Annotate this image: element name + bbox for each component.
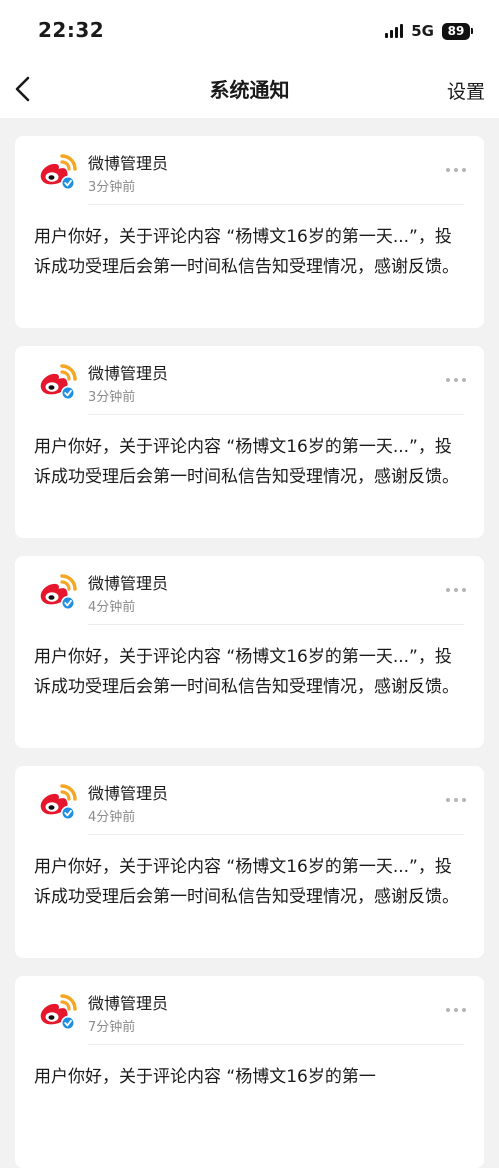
divider [88,1044,464,1045]
battery-icon: 89 [442,22,473,40]
notification-time: 4分钟前 [88,810,136,825]
notification-card[interactable]: 微博管理员 4分钟前 用户你好，关于评论内容 “杨博文16岁的第一天...”，投… [15,556,484,748]
weibo-logo-icon [40,574,77,611]
status-indicators: 5G 89 [385,22,473,40]
more-icon[interactable] [446,798,466,802]
notification-time: 3分钟前 [88,390,136,405]
more-icon[interactable] [446,168,466,172]
notification-card[interactable]: 微博管理员 3分钟前 用户你好，关于评论内容 “杨博文16岁的第一天...”，投… [15,346,484,538]
nav-bar: 系统通知 设置 [0,62,499,118]
weibo-logo-icon [40,154,77,191]
notification-time: 3分钟前 [88,180,136,195]
sender-name: 微博管理员 [88,784,169,803]
sender-name: 微博管理员 [88,574,169,593]
notification-body: 用户你好，关于评论内容 “杨博文16岁的第一 [34,1067,376,1087]
divider [88,834,464,835]
page-title: 系统通知 [209,78,290,102]
divider [88,624,464,625]
more-icon[interactable] [446,588,466,592]
battery-level: 89 [442,22,470,40]
notification-body: 用户你好，关于评论内容 “杨博文16岁的第一天...”，投诉成功受理后会第一时间… [34,437,459,487]
notification-list: 微博管理员 3分钟前 用户你好，关于评论内容 “杨博文16岁的第一天...”，投… [15,136,484,1168]
sender-name: 微博管理员 [88,994,169,1013]
divider [88,204,464,205]
notification-time: 4分钟前 [88,600,136,615]
notification-body: 用户你好，关于评论内容 “杨博文16岁的第一天...”，投诉成功受理后会第一时间… [34,857,459,907]
notification-card[interactable]: 微博管理员 3分钟前 用户你好，关于评论内容 “杨博文16岁的第一天...”，投… [15,136,484,328]
notification-body: 用户你好，关于评论内容 “杨博文16岁的第一天...”，投诉成功受理后会第一时间… [34,227,459,277]
weibo-logo-icon [40,784,77,821]
network-type: 5G [411,22,434,40]
more-icon[interactable] [446,1008,466,1012]
settings-button[interactable]: 设置 [447,77,485,104]
divider [88,414,464,415]
status-bar: 22:32 5G 89 [0,0,499,62]
notification-time: 7分钟前 [88,1020,136,1035]
notification-card[interactable]: 微博管理员 4分钟前 用户你好，关于评论内容 “杨博文16岁的第一天...”，投… [15,766,484,958]
sender-name: 微博管理员 [88,364,169,383]
weibo-logo-icon [40,364,77,401]
notification-body: 用户你好，关于评论内容 “杨博文16岁的第一天...”，投诉成功受理后会第一时间… [34,647,459,697]
more-icon[interactable] [446,378,466,382]
signal-icon [385,24,404,38]
notification-card[interactable]: 微博管理员 7分钟前 用户你好，关于评论内容 “杨博文16岁的第一 [15,976,484,1168]
battery-tip [471,28,473,34]
weibo-logo-icon [40,994,77,1031]
sender-name: 微博管理员 [88,154,169,173]
status-time: 22:32 [38,18,105,42]
